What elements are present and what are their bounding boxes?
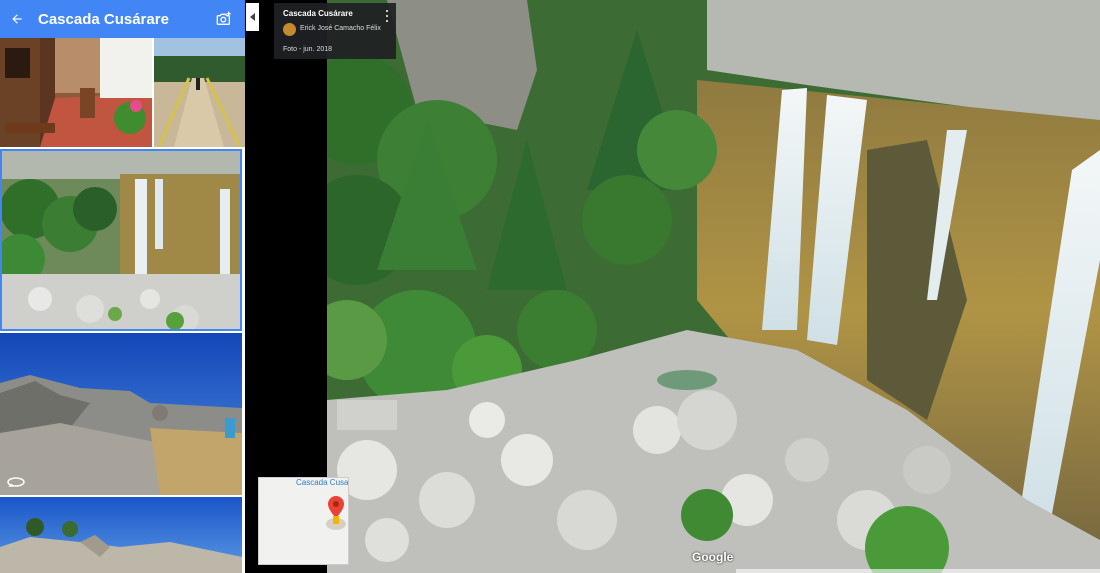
attribution-bar [736,569,1100,573]
collapse-panel-button[interactable] [246,3,259,31]
gallery-thumbnail-sky[interactable] [0,497,242,573]
gallery-thumbnail-rocks[interactable] [0,333,242,495]
location-pin-icon [326,496,346,530]
back-button[interactable] [2,0,32,38]
author-avatar[interactable] [283,23,296,36]
arrow-back-icon [12,14,22,24]
place-title: Cascada Cusárare [38,10,169,28]
chevron-left-icon [249,13,255,21]
minimap-label: Cascada Cusa [296,478,349,487]
photo-info-card: Cascada Cusárare Erick José Camacho Féli… [274,3,396,59]
panorama-360-icon [7,477,25,487]
header-bar: Cascada Cusárare [0,0,245,38]
gallery-thumbnail-waterfall[interactable] [0,149,242,331]
more-vert-icon [386,10,388,13]
gallery-thumbnail-bridge[interactable] [154,38,245,147]
waterfall-photo [327,0,1100,573]
photo-date: Foto - jun. 2018 [283,46,333,53]
gallery-thumbnail-porch[interactable] [0,38,152,147]
add-photo-button[interactable] [209,0,239,38]
minimap[interactable]: Cascada Cusa [258,477,349,565]
google-logo: Google [692,550,734,564]
more-options-button[interactable] [382,9,392,23]
photo-viewer[interactable] [327,0,1100,573]
info-title[interactable]: Cascada Cusárare [283,9,353,18]
side-panel: Cascada Cusárare [0,0,245,573]
author-name[interactable]: Erick José Camacho Félix [300,25,381,32]
add-photo-icon [216,11,231,25]
